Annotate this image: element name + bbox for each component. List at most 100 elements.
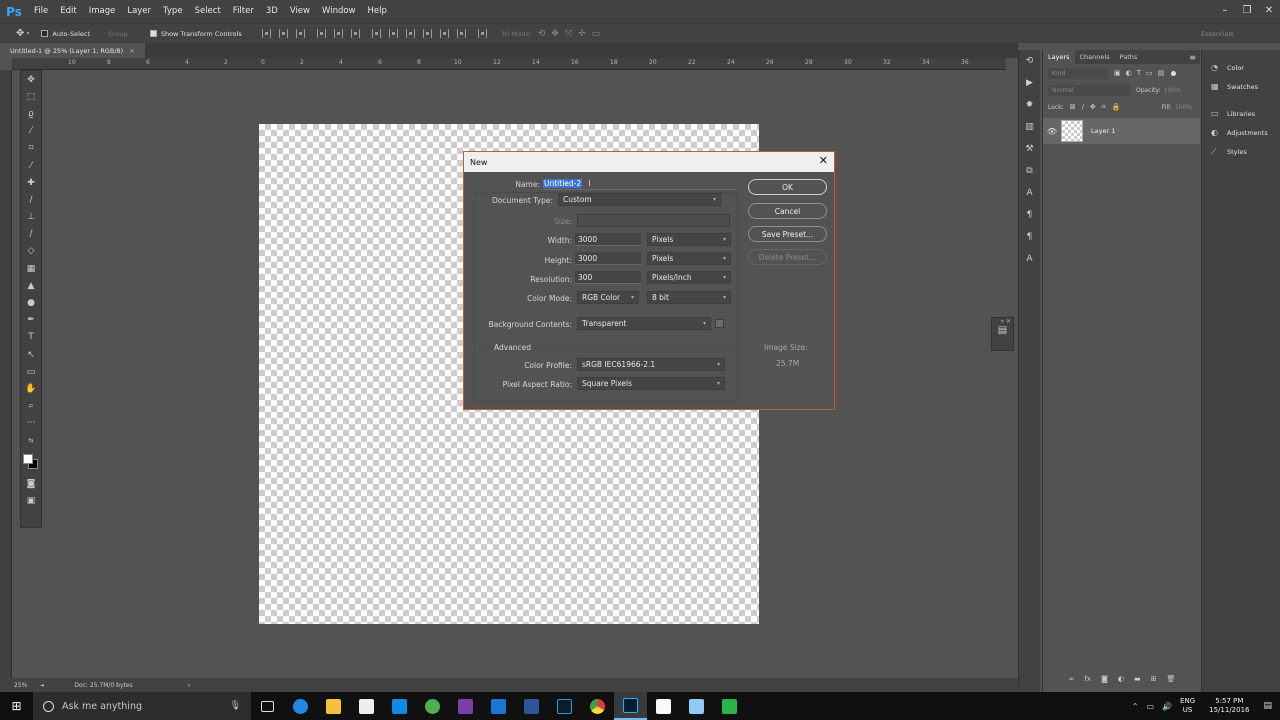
maximize-icon[interactable]: ❐ (1236, 0, 1258, 20)
tab-paths[interactable]: Paths (1115, 50, 1143, 64)
bit-depth-select[interactable]: 8 bit ▾ (647, 291, 731, 304)
pixel-aspect-select[interactable]: Square Pixels ▾ (577, 377, 725, 390)
feedly-icon[interactable] (713, 692, 746, 720)
start-windows-icon[interactable]: ⊞ (0, 692, 33, 720)
name-input[interactable]: Untitled-2 I (543, 177, 736, 190)
blur-tool-icon[interactable]: ▲ (21, 277, 41, 294)
panel-libraries[interactable]: ▭ Libraries (1202, 104, 1280, 123)
menu-type[interactable]: Type (157, 0, 189, 23)
fx-icon[interactable]: fx (1084, 675, 1091, 689)
lock-icons[interactable]: ⊠∕✥⌗🔒 (1070, 103, 1127, 112)
actions-play-icon[interactable]: ▶ (1019, 72, 1040, 94)
history-brush-tool-icon[interactable]: ∕ (21, 226, 41, 243)
character-styles-icon[interactable]: A (1019, 248, 1040, 270)
width-unit-select[interactable]: Pixels ▾ (647, 233, 731, 246)
align-middle-icon[interactable] (278, 29, 288, 38)
opacity-value[interactable]: 100% (1164, 87, 1181, 94)
align-left-icon[interactable] (316, 29, 326, 38)
distribute-bottom-icon[interactable] (405, 29, 415, 38)
mask-icon[interactable]: ◙ (1101, 675, 1108, 689)
menu-view[interactable]: View (284, 0, 316, 23)
tab-layers[interactable]: Layers (1043, 50, 1075, 64)
marquee-tool-icon[interactable]: ⬚ (21, 88, 41, 105)
rectangle-tool-icon[interactable]: ▭ (21, 363, 41, 380)
distribute-top-icon[interactable] (371, 29, 381, 38)
workspace-switcher[interactable]: Essentials (1201, 30, 1234, 38)
group-folder-icon[interactable]: ▬ (1134, 675, 1141, 689)
tab-channels[interactable]: Channels (1075, 50, 1115, 64)
tray-chevron-up-icon[interactable]: ⌃ (1132, 702, 1139, 711)
distribute-right-icon[interactable] (456, 29, 466, 38)
tool-presets-icon[interactable]: ⚒ (1019, 138, 1040, 160)
auto-align-icon[interactable] (477, 29, 487, 38)
path-select-tool-icon[interactable]: ↖ (21, 346, 41, 363)
volume-icon[interactable]: 🔊 (1162, 702, 1172, 711)
onenote-icon[interactable] (449, 692, 482, 720)
height-unit-select[interactable]: Pixels ▾ (647, 252, 731, 265)
group-dropdown[interactable]: Group (108, 30, 128, 38)
ruler-horizontal[interactable]: 10 8 6 4 2 0 2 4 6 8 10 12 14 16 18 20 2… (12, 58, 1006, 70)
properties-icon[interactable]: ▤ (992, 325, 1013, 336)
align-center-icon[interactable] (333, 29, 343, 38)
auto-select-checkbox[interactable] (41, 30, 49, 37)
menu-help[interactable]: Help (362, 0, 393, 23)
distribute-center-icon[interactable] (439, 29, 449, 38)
move-tool-icon[interactable]: ✥ (21, 71, 41, 88)
panel-adjustments[interactable]: ◐ Adjustments (1202, 123, 1280, 142)
microphone-icon[interactable]: 🎙 (230, 701, 241, 711)
delete-preset-button[interactable]: Delete Preset... (748, 249, 827, 265)
menu-edit[interactable]: Edit (54, 0, 82, 23)
brush-tool-icon[interactable]: ∕ (21, 191, 41, 208)
ruler-vertical[interactable] (0, 70, 12, 678)
more-tools-icon[interactable]: ··· (21, 415, 41, 432)
cancel-button[interactable]: Cancel (748, 203, 827, 219)
resolution-unit-select[interactable]: Pixels/Inch ▾ (647, 271, 731, 284)
menu-image[interactable]: Image (83, 0, 122, 23)
status-menu-icon[interactable]: › (188, 682, 190, 689)
size-select[interactable] (577, 214, 730, 227)
quick-mask-icon[interactable]: ◙ (21, 475, 41, 492)
color-profile-select[interactable]: sRGB IEC61966-2.1 ▾ (577, 358, 725, 371)
trash-icon[interactable]: 🗑 (1166, 675, 1175, 689)
brush-presets-icon[interactable]: ▥ (1019, 116, 1040, 138)
type-tool-icon[interactable]: T (21, 329, 41, 346)
close-window-icon[interactable]: ✕ (1258, 0, 1280, 20)
panel-color[interactable]: ◔ Color (1202, 58, 1280, 77)
filter-toggle-icon[interactable] (1171, 70, 1177, 76)
word-icon[interactable] (515, 692, 548, 720)
menu-layer[interactable]: Layer (121, 0, 157, 23)
3d-mode-icons[interactable]: ⟲✥⤧✢▭ (538, 29, 606, 39)
resolution-input[interactable]: 300 (575, 271, 641, 284)
layer-name[interactable]: Layer 1 (1091, 127, 1115, 135)
adjust-icon[interactable]: ✹ (1019, 94, 1040, 116)
collapse-icon[interactable]: » ✕ (992, 318, 1013, 325)
chrome-icon[interactable] (581, 692, 614, 720)
panel-menu-icon[interactable]: ≡ (1189, 53, 1200, 62)
menu-window[interactable]: Window (316, 0, 362, 23)
language-indicator[interactable]: ENG US (1180, 697, 1195, 715)
clone-stamp-tool-icon[interactable]: ⊥ (21, 209, 41, 226)
dropbox-icon[interactable] (383, 692, 416, 720)
healing-brush-tool-icon[interactable]: ✚ (21, 174, 41, 191)
notepad-icon[interactable] (647, 692, 680, 720)
dodge-tool-icon[interactable]: ● (21, 294, 41, 311)
clock[interactable]: 5:57 PM 15/11/2016 (1209, 697, 1249, 715)
eye-icon[interactable]: 👁 (1043, 127, 1061, 136)
lasso-tool-icon[interactable]: ϱ (21, 105, 41, 122)
link-icon[interactable]: ∞ (1069, 675, 1075, 689)
cortana-search-box[interactable]: Ask me anything 🎙 (33, 692, 251, 720)
character-icon[interactable]: A (1019, 182, 1040, 204)
swap-colors-icon[interactable]: ⇆ (21, 432, 41, 449)
dialog-close-icon[interactable]: ✕ (819, 154, 828, 167)
menu-file[interactable]: File (28, 0, 54, 23)
edge-browser-icon[interactable] (284, 692, 317, 720)
background-contents-select[interactable]: Transparent ▾ (577, 317, 711, 330)
background-color-swatch[interactable] (715, 319, 724, 328)
filter-icons[interactable]: ▣◐T▭▤ (1114, 69, 1169, 77)
action-center-icon[interactable]: ▤ (1263, 701, 1272, 711)
quick-select-tool-icon[interactable]: ⁄ (21, 123, 41, 140)
new-layer-icon[interactable]: ⊞ (1151, 675, 1157, 689)
outlook-icon[interactable] (482, 692, 515, 720)
screen-mode-icon[interactable]: ▣ (21, 492, 41, 509)
clone-source-icon[interactable]: ⧉ (1019, 160, 1040, 182)
